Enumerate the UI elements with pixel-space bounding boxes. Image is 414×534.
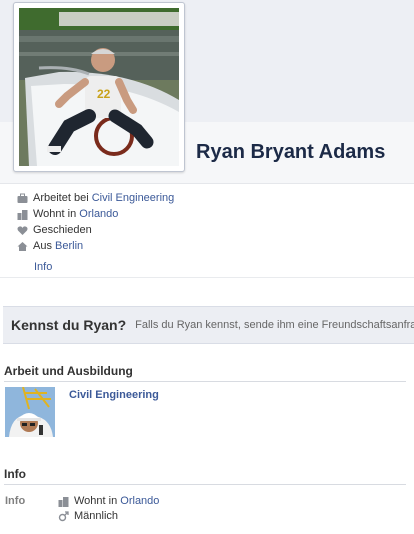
house-icon [17,241,28,252]
fact-lives-prefix: Wohnt in [33,208,77,220]
info-items: Wohnt in Orlando Männlich [58,494,159,524]
profile-photo[interactable]: 22 [13,2,185,172]
section-divider [4,381,406,382]
profile-facts: Arbeitet bei Civil Engineering Wohnt in … [17,190,317,254]
relationship-status: Geschieden [33,224,92,236]
send-friend-request-link[interactable]: sende ihm eine Freundschaftsanfrage [244,319,414,331]
employer-photo[interactable] [5,387,55,437]
tab-info[interactable]: Info [34,261,52,273]
city-icon [58,496,69,507]
lives-link[interactable]: Orlando [79,206,118,222]
hometown-link[interactable]: Berlin [55,238,83,254]
fact-relationship: Geschieden [17,222,317,238]
tabs-divider [0,277,414,278]
male-icon [58,511,69,522]
info-lives-prefix: Wohnt in [74,495,118,507]
gender-text: Männlich [74,510,119,522]
svg-text:22: 22 [97,87,111,101]
city-icon [17,209,28,220]
friend-request-prompt: Kennst du Ryan? Falls du Ryan kennst, se… [3,306,414,344]
info-lives: Wohnt in Orlando [58,494,159,509]
work-section-title: Arbeit und Ausbildung [4,364,133,378]
heart-icon [17,225,28,236]
employer-link[interactable]: Civil Engineering [69,389,159,401]
profile-name: Ryan Bryant Adams [196,141,386,163]
friend-prompt-text: Falls du Ryan kennst, [135,319,241,331]
construction-worker-photo [5,387,55,437]
profile-photo-image: 22 [19,8,179,166]
fact-work: Arbeitet bei Civil Engineering [17,190,317,206]
fact-from: Aus Berlin [17,238,317,254]
section-divider [4,484,406,485]
fact-work-prefix: Arbeitet bei [33,192,89,204]
briefcase-icon [17,193,28,204]
fact-from-prefix: Aus [33,240,52,252]
friend-prompt-question: Kennst du Ryan? [11,317,127,333]
info-lives-link[interactable]: Orlando [120,494,159,509]
fact-lives: Wohnt in Orlando [17,206,317,222]
work-link[interactable]: Civil Engineering [92,190,175,206]
info-gender: Männlich [58,509,159,524]
info-row-label: Info [5,495,26,507]
info-section-title: Info [4,467,26,481]
